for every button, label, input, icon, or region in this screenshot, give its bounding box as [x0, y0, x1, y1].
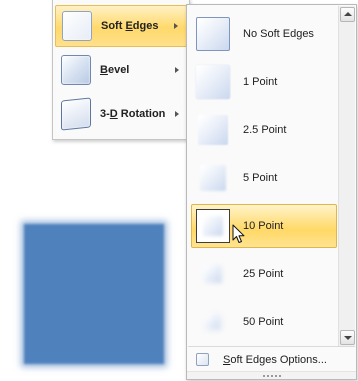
soft-edges-icon	[62, 11, 92, 41]
gallery-item-label: 10 Point	[243, 220, 284, 232]
gallery-item-label: 1 Point	[243, 76, 278, 88]
soft-edges-gallery: No Soft Edges 1 Point 2.5 Point 5 Point …	[186, 4, 357, 380]
gallery-item-10-point[interactable]: 10 Point	[191, 204, 337, 248]
soft-edges-options-button[interactable]: Soft Edges Options...	[188, 346, 355, 372]
gallery-item-50-point[interactable]: 50 Point	[191, 300, 337, 344]
submenu-arrow-icon	[175, 111, 179, 117]
gallery-scrollbar[interactable]	[338, 6, 355, 346]
mouse-pointer-icon	[232, 224, 245, 243]
soft-edged-blue-shape[interactable]	[24, 224, 164, 364]
soft-edge-1-point-thumbnail-icon	[196, 65, 230, 99]
3d-rotation-icon	[61, 97, 91, 131]
gallery-item-label: 25 Point	[243, 268, 284, 280]
soft-edge-5-point-thumbnail-icon	[196, 161, 230, 195]
menu-item-label: Soft Edges	[101, 20, 159, 32]
menu-item-3d-rotation[interactable]: 3-D Rotation	[55, 93, 187, 135]
submenu-arrow-icon	[175, 67, 179, 73]
soft-edge-25-point-thumbnail-icon	[196, 257, 230, 291]
gallery-item-label: No Soft Edges	[243, 28, 314, 40]
gallery-item-5-point[interactable]: 5 Point	[191, 156, 337, 200]
menu-item-label: Bevel	[100, 64, 130, 76]
menu-item-label: 3-D Rotation	[100, 108, 166, 120]
bevel-icon	[61, 55, 91, 85]
menu-item-bevel[interactable]: Bevel	[55, 49, 187, 91]
gallery-item-2-5-point[interactable]: 2.5 Point	[191, 108, 337, 152]
gallery-item-no-soft-edges[interactable]: No Soft Edges	[191, 12, 337, 56]
resize-grip[interactable]	[187, 371, 356, 379]
soft-edge-10-point-thumbnail-icon	[196, 209, 245, 243]
gallery-item-label: 50 Point	[243, 316, 284, 328]
gallery-item-1-point[interactable]: 1 Point	[191, 60, 337, 104]
soft-edge-2-5-point-thumbnail-icon	[196, 113, 230, 147]
scroll-down-arrow-icon	[344, 336, 352, 340]
submenu-arrow-icon	[174, 23, 178, 29]
shape-effects-menu: Soft Edges Bevel 3-D Rotation	[52, 0, 190, 140]
soft-edges-options-icon	[196, 353, 209, 366]
menu-item-soft-edges[interactable]: Soft Edges	[55, 5, 187, 47]
no-soft-edges-thumbnail-icon	[196, 17, 230, 51]
scroll-up-arrow-icon	[344, 12, 352, 16]
gallery-item-label: 2.5 Point	[243, 124, 287, 136]
soft-edge-50-point-thumbnail-icon	[196, 305, 230, 339]
scroll-down-button[interactable]	[340, 330, 355, 345]
scroll-up-button[interactable]	[340, 7, 355, 22]
soft-edges-options-list: No Soft Edges 1 Point 2.5 Point 5 Point …	[188, 6, 338, 344]
soft-edges-options-label: Soft Edges Options...	[223, 353, 327, 366]
gallery-item-label: 5 Point	[243, 172, 278, 184]
gallery-item-25-point[interactable]: 25 Point	[191, 252, 337, 296]
